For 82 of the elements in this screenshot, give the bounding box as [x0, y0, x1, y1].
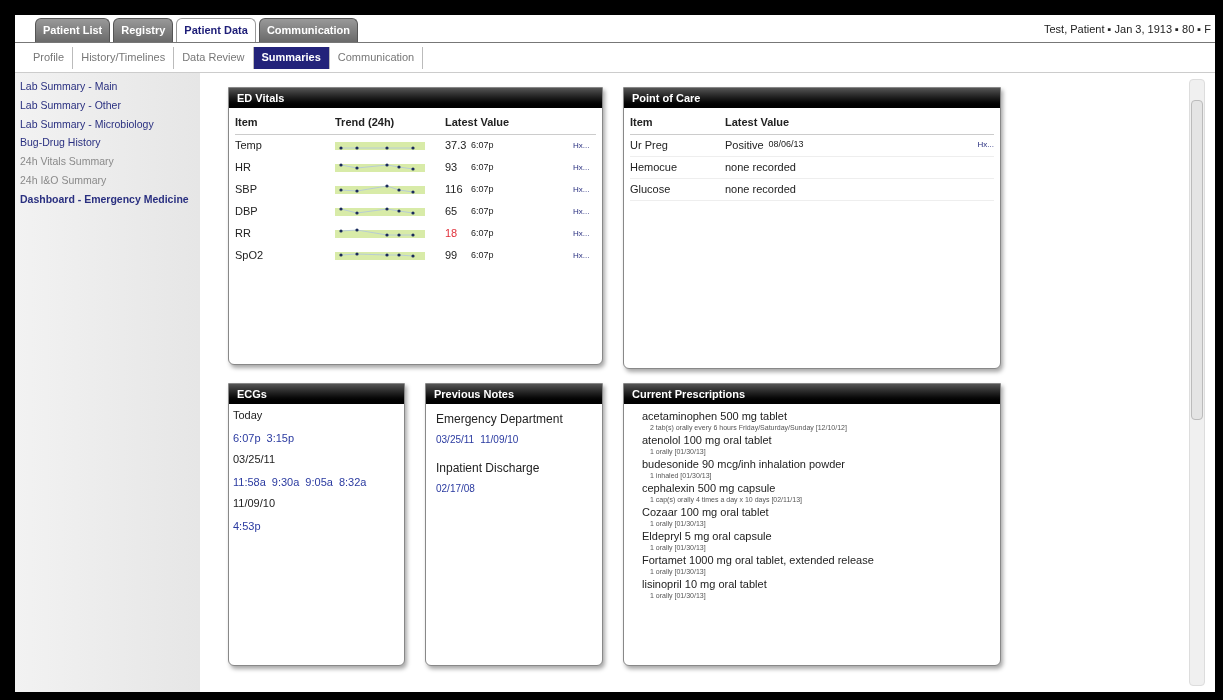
- sub-tab[interactable]: History/Timelines: [73, 46, 175, 69]
- panel-title: Current Prescriptions: [624, 384, 1000, 404]
- vital-time: 6:07p: [471, 248, 495, 262]
- column-header: Item: [235, 115, 259, 130]
- sub-tab[interactable]: Communication: [329, 46, 424, 69]
- vital-name: RR: [235, 226, 252, 242]
- vital-name: SpO2: [235, 248, 265, 264]
- ecg-link[interactable]: 6:07p: [233, 429, 261, 447]
- history-link[interactable]: Hx...: [573, 227, 590, 240]
- column-header: Latest Value: [725, 115, 790, 130]
- panel-title: ED Vitals: [229, 88, 602, 108]
- patient-info-text: Test, Patient ▪ Jan 3, 1913 ▪ 80 ▪ F: [1044, 21, 1211, 37]
- prescription-name: Cozaar 100 mg oral tablet: [642, 505, 770, 519]
- vital-time: 6:07p: [471, 160, 495, 174]
- main-tab[interactable]: Patient Data: [176, 18, 256, 42]
- history-link[interactable]: Hx...: [977, 139, 994, 151]
- ecg-link[interactable]: 11:58a: [233, 473, 266, 491]
- poc-value: none recorded: [725, 159, 796, 175]
- sub-tab[interactable]: Summaries: [253, 46, 330, 69]
- ecg-date: 03/25/11: [233, 452, 276, 467]
- prescription-name: lisinopril 10 mg oral tablet: [642, 577, 768, 591]
- ecg-link[interactable]: 9:30a: [271, 473, 300, 491]
- sidebar-link[interactable]: Dashboard - Emergency Medicine: [20, 191, 195, 208]
- vital-value: 99: [445, 248, 459, 264]
- poc-date: 08/06/13: [768, 138, 804, 152]
- vital-time: 6:07p: [471, 138, 495, 152]
- vital-value: 37.3: [445, 138, 468, 154]
- vital-name: HR: [235, 160, 252, 176]
- vital-value: 116: [445, 182, 464, 198]
- prescription-name: Fortamet 1000 mg oral tablet, extended release: [642, 553, 875, 567]
- ecg-link[interactable]: 8:32a: [338, 473, 367, 491]
- column-header: Latest Value: [445, 115, 511, 130]
- sidebar-link[interactable]: Bug-Drug History: [20, 135, 195, 151]
- history-link[interactable]: Hx...: [573, 249, 590, 262]
- main-tab[interactable]: Registry: [113, 18, 174, 42]
- vital-name: DBP: [235, 204, 259, 220]
- note-heading: Inpatient Discharge: [436, 460, 541, 477]
- ecg-date: 11/09/10: [233, 496, 276, 511]
- vital-time: 6:07p: [471, 204, 495, 218]
- history-link[interactable]: Hx...: [573, 161, 590, 174]
- main-tab[interactable]: Communication: [258, 18, 359, 42]
- history-link[interactable]: Hx...: [573, 183, 590, 196]
- sidebar-link[interactable]: Lab Summary - Other: [20, 97, 195, 114]
- column-header: Item: [630, 115, 654, 130]
- ecg-date: Today: [233, 408, 264, 423]
- vital-time: 6:07p: [471, 226, 495, 240]
- poc-item: Ur Preg: [630, 137, 669, 153]
- vital-name: Temp: [235, 138, 263, 154]
- ecg-link[interactable]: 9:05a: [305, 473, 333, 491]
- prescription-name: Eldepryl 5 mg oral capsule: [642, 529, 773, 543]
- history-link[interactable]: Hx...: [573, 139, 590, 152]
- vital-value: 93: [445, 160, 459, 176]
- sub-tab[interactable]: Profile: [25, 46, 74, 69]
- column-header: Trend (24h): [335, 115, 396, 130]
- ecg-link[interactable]: 4:53p: [233, 517, 261, 535]
- history-link[interactable]: Hx...: [573, 205, 590, 218]
- vital-value: 18: [445, 226, 459, 242]
- poc-item: Hemocue: [630, 159, 679, 175]
- prescription-name: budesonide 90 mcg/inh inhalation powder: [642, 457, 847, 471]
- scroll-thumb[interactable]: [1191, 100, 1203, 420]
- vital-name: SBP: [235, 182, 258, 198]
- note-heading: Emergency Department: [436, 411, 564, 428]
- prescription-name: cephalexin 500 mg capsule: [642, 481, 777, 495]
- sidebar-link[interactable]: Lab Summary - Microbiology: [20, 116, 195, 133]
- note-link[interactable]: 11/09/10: [480, 432, 519, 447]
- poc-value: none recorded: [725, 181, 796, 197]
- poc-item: Glucose: [630, 181, 672, 197]
- panel-title: ECGs: [229, 384, 404, 404]
- vital-value: 65: [445, 204, 459, 220]
- sidebar-link[interactable]: Lab Summary - Main: [20, 79, 195, 95]
- vital-time: 6:07p: [471, 182, 495, 196]
- sub-tab[interactable]: Data Review: [174, 46, 254, 69]
- poc-value: Positive: [725, 137, 764, 153]
- panel-title: Previous Notes: [426, 384, 602, 404]
- note-link[interactable]: 03/25/11: [436, 432, 475, 447]
- prescription-name: atenolol 100 mg oral tablet: [642, 433, 773, 447]
- prescription-name: acetaminophen 500 mg tablet: [642, 409, 788, 423]
- note-link[interactable]: 02/17/08: [436, 481, 475, 496]
- ecg-link[interactable]: 3:15p: [266, 429, 295, 447]
- panel-title: Point of Care: [624, 88, 1000, 108]
- main-tab[interactable]: Patient List: [35, 18, 111, 42]
- scrollbar[interactable]: [1189, 79, 1205, 686]
